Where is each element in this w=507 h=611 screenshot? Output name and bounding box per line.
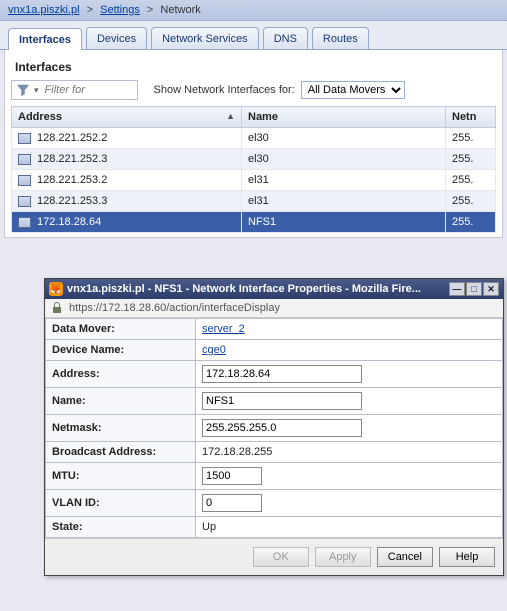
col-netmask[interactable]: Netn — [446, 107, 496, 128]
button-row: OK Apply Cancel Help — [45, 538, 503, 575]
interface-icon — [18, 154, 31, 165]
scope-label: Show Network Interfaces for: — [154, 84, 295, 96]
tabstrip: Interfaces Devices Network Services DNS … — [0, 21, 507, 50]
maximize-button[interactable]: □ — [466, 282, 482, 296]
breadcrumb-settings[interactable]: Settings — [100, 4, 140, 16]
label-data-mover: Data Mover: — [46, 319, 196, 340]
toolbar: ▾ Show Network Interfaces for: All Data … — [11, 78, 496, 106]
tab-routes[interactable]: Routes — [312, 27, 369, 49]
vlan-input[interactable] — [202, 494, 262, 512]
name-input[interactable] — [202, 392, 362, 410]
label-state: State: — [46, 517, 196, 538]
funnel-icon — [16, 83, 30, 97]
label-device-name: Device Name: — [46, 340, 196, 361]
minimize-button[interactable]: — — [449, 282, 465, 296]
table-row[interactable]: 128.221.253.2 el31 255. — [12, 170, 496, 191]
device-name-link[interactable]: cge0 — [202, 344, 226, 356]
properties-dialog: 🦊 vnx1a.piszki.pl - NFS1 - Network Inter… — [44, 278, 504, 576]
scope-select[interactable]: All Data Movers — [301, 81, 405, 99]
apply-button[interactable]: Apply — [315, 547, 371, 567]
interfaces-panel: Interfaces ▾ Show Network Interfaces for… — [4, 50, 503, 238]
col-name[interactable]: Name — [242, 107, 446, 128]
dialog-titlebar[interactable]: 🦊 vnx1a.piszki.pl - NFS1 - Network Inter… — [45, 279, 503, 299]
url-bar: https://172.18.28.60/action/interfaceDis… — [45, 299, 503, 318]
table-row[interactable]: 172.18.28.64 NFS1 255. — [12, 212, 496, 233]
label-address: Address: — [46, 361, 196, 388]
filter-input[interactable] — [43, 83, 133, 97]
col-address[interactable]: Address▲ — [12, 107, 242, 128]
state-value: Up — [196, 517, 503, 538]
mtu-input[interactable] — [202, 467, 262, 485]
tab-devices[interactable]: Devices — [86, 27, 147, 49]
interface-icon — [18, 196, 31, 207]
breadcrumb: vnx1a.piszki.pl > Settings > Network — [0, 0, 507, 21]
chevron-down-icon: ▾ — [34, 85, 39, 96]
properties-table: Data Mover: server_2 Device Name: cge0 A… — [45, 318, 503, 538]
label-netmask: Netmask: — [46, 415, 196, 442]
label-mtu: MTU: — [46, 463, 196, 490]
breadcrumb-current: Network — [160, 4, 200, 16]
interface-icon — [18, 217, 31, 228]
tab-network-services[interactable]: Network Services — [151, 27, 259, 49]
interface-icon — [18, 133, 31, 144]
firefox-icon: 🦊 — [49, 282, 63, 296]
url-text: https://172.18.28.60/action/interfaceDis… — [69, 302, 280, 314]
tab-dns[interactable]: DNS — [263, 27, 308, 49]
table-row[interactable]: 128.221.253.3 el31 255. — [12, 191, 496, 212]
cancel-button[interactable]: Cancel — [377, 547, 433, 567]
close-button[interactable]: ✕ — [483, 282, 499, 296]
breadcrumb-host[interactable]: vnx1a.piszki.pl — [8, 4, 80, 16]
interfaces-table: Address▲ Name Netn 128.221.252.2 el30 25… — [11, 106, 496, 233]
address-input[interactable] — [202, 365, 362, 383]
label-name: Name: — [46, 388, 196, 415]
section-title: Interfaces — [11, 54, 496, 78]
ok-button[interactable]: OK — [253, 547, 309, 567]
interface-icon — [18, 175, 31, 186]
data-mover-link[interactable]: server_2 — [202, 323, 245, 335]
label-broadcast: Broadcast Address: — [46, 442, 196, 463]
dialog-title: vnx1a.piszki.pl - NFS1 - Network Interfa… — [67, 283, 449, 295]
broadcast-value: 172.18.28.255 — [196, 442, 503, 463]
tab-interfaces[interactable]: Interfaces — [8, 28, 82, 50]
table-row[interactable]: 128.221.252.3 el30 255. — [12, 149, 496, 170]
label-vlan: VLAN ID: — [46, 490, 196, 517]
lock-icon — [51, 302, 63, 314]
filter-box[interactable]: ▾ — [11, 80, 138, 100]
table-row[interactable]: 128.221.252.2 el30 255. — [12, 128, 496, 149]
netmask-input[interactable] — [202, 419, 362, 437]
help-button[interactable]: Help — [439, 547, 495, 567]
